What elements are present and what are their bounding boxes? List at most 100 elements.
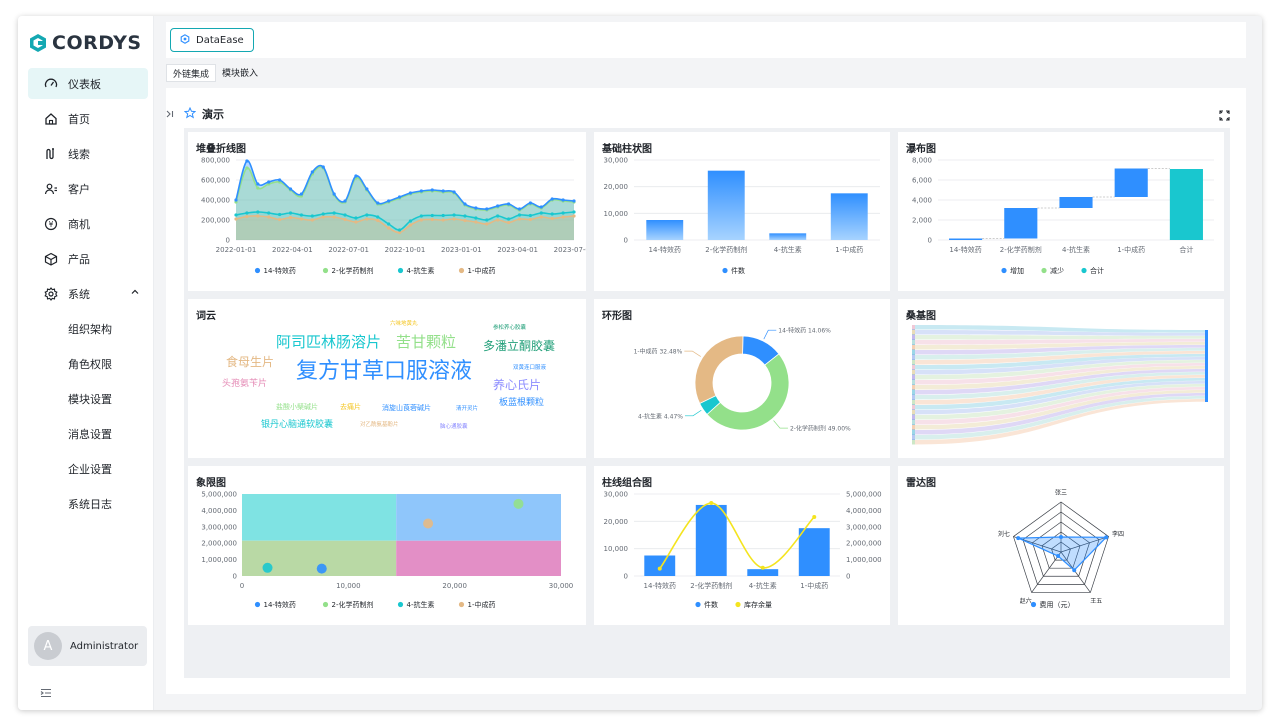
collapse-sidebar-icon[interactable] bbox=[40, 684, 52, 698]
chart-card-stacked-line[interactable]: 堆叠折线图 0 200,000 400,000 600,000 800,000 2022-… bbox=[188, 132, 586, 291]
radar-axis-label: 张三 bbox=[1055, 489, 1067, 497]
series-point bbox=[234, 198, 238, 202]
y-tick-label: 10,000 bbox=[604, 210, 629, 218]
sidebar-item-home[interactable]: 首页 bbox=[28, 103, 148, 134]
chart-card-quadrant[interactable]: 象限图 0 1,000,000 2,000,000 3,000,000 4,000,00… bbox=[188, 466, 586, 625]
legend-label: 增加 bbox=[1010, 266, 1024, 275]
series-point bbox=[299, 217, 304, 221]
series-point bbox=[343, 213, 347, 217]
sidebar-item-customer[interactable]: 客户 bbox=[28, 173, 148, 204]
chevron-up-icon[interactable] bbox=[130, 287, 140, 300]
waterfall-bar bbox=[1059, 197, 1093, 208]
y-tick-label: 3,000,000 bbox=[201, 523, 237, 531]
chart-card-radar[interactable]: 雷达图 张三 李四 王五 赵六 刘七 费用（元） bbox=[898, 466, 1224, 625]
sankey-target-node bbox=[1205, 330, 1208, 402]
sidebar-item-label: 商机 bbox=[68, 217, 90, 231]
x-tick-label: 14-特效药 bbox=[649, 245, 681, 254]
series-point bbox=[474, 216, 478, 220]
legend-label: 1-中成药 bbox=[468, 600, 496, 609]
sidebar-subitem-logs[interactable]: 系统日志 bbox=[28, 488, 148, 519]
series-point bbox=[234, 217, 238, 221]
y-tick-label: 2,000 bbox=[912, 217, 932, 225]
sidebar-item-label: 系统 bbox=[68, 287, 90, 301]
tab-module-embed[interactable]: 模块嵌入 bbox=[216, 64, 264, 82]
wordcloud-word: 六味地黄丸 bbox=[390, 321, 418, 327]
bar bbox=[644, 555, 676, 576]
sidebar-subitem-modules[interactable]: 模块设置 bbox=[28, 383, 148, 414]
chart-card-sankey[interactable]: 桑基图 bbox=[898, 299, 1224, 458]
sidebar-subitem-messages[interactable]: 消息设置 bbox=[28, 418, 148, 449]
dataease-button-label: DataEase bbox=[196, 34, 244, 46]
sidebar-item-clue[interactable]: 线索 bbox=[28, 138, 148, 169]
sidebar-item-system[interactable]: 系统 bbox=[28, 278, 148, 309]
user-card[interactable]: A Administrator bbox=[28, 626, 147, 666]
stacked-line-chart: 0 200,000 400,000 600,000 800,000 2022-01-01 2… bbox=[201, 157, 586, 276]
chart-card-combo[interactable]: 柱线组合图 0 10,000 20,000 30,000 0 1,000,000 2,000… bbox=[594, 466, 890, 625]
series-point bbox=[550, 216, 554, 221]
sidebar-item-opportunity[interactable]: ¥ 商机 bbox=[28, 208, 148, 239]
wordcloud-word: 对乙酰氨基酚片 bbox=[360, 422, 399, 428]
legend-label: 减少 bbox=[1050, 266, 1064, 275]
series-point bbox=[387, 222, 391, 226]
star-icon[interactable] bbox=[183, 106, 197, 122]
legend-label: 2-化学药制剂 bbox=[332, 266, 374, 275]
quadrant-top-right bbox=[396, 494, 561, 541]
series-point bbox=[561, 211, 565, 215]
dataease-button[interactable]: DataEase bbox=[170, 28, 254, 52]
bar bbox=[769, 233, 807, 240]
x-tick-label: 4-抗生素 bbox=[1062, 245, 1090, 254]
legend-label: 4-抗生素 bbox=[407, 600, 435, 609]
radar-axis-label: 王五 bbox=[1090, 598, 1102, 605]
legend-label: 14-特效药 bbox=[264, 266, 296, 275]
sidebar-item-dashboard[interactable]: 仪表板 bbox=[28, 68, 148, 99]
fullscreen-icon[interactable] bbox=[1219, 106, 1230, 121]
series-point bbox=[528, 201, 532, 205]
waterfall-bar bbox=[1004, 208, 1038, 239]
series-point bbox=[441, 189, 445, 193]
chart-card-basic-bar[interactable]: 基础柱状图 0 10,000 20,000 30,000 14-特效药 2-化学药制剂 4-… bbox=[594, 132, 890, 291]
x-tick-label: 合计 bbox=[1179, 245, 1193, 254]
sankey-node-segment bbox=[912, 390, 915, 395]
x-tick-label: 4-抗生素 bbox=[749, 581, 777, 590]
dashboard-icon bbox=[44, 77, 58, 91]
tab-external-link[interactable]: 外链集成 bbox=[166, 64, 217, 82]
legend-marker bbox=[1081, 267, 1087, 274]
expand-tree-icon[interactable] bbox=[166, 110, 174, 121]
series-point bbox=[343, 199, 347, 203]
series-point bbox=[517, 217, 522, 221]
sankey-node-segment bbox=[912, 365, 915, 370]
series-point bbox=[278, 212, 282, 217]
brand-logo[interactable]: CORDYS bbox=[28, 30, 142, 56]
series-point bbox=[234, 213, 238, 217]
legend-marker bbox=[458, 601, 465, 608]
legend-marker bbox=[322, 601, 329, 608]
series-point bbox=[463, 218, 467, 223]
chart-card-donut[interactable]: 环形图 14-特效药 14.06% 2-化学药制剂 49.00% 4-抗生素 4.4… bbox=[594, 299, 890, 458]
sankey-node-segment bbox=[912, 425, 915, 430]
series-point bbox=[321, 215, 325, 219]
y-tick-label: 0 bbox=[233, 573, 237, 581]
quadrant-top-left bbox=[242, 494, 397, 541]
chart-card-waterfall[interactable]: 瀑布图 0 2,000 4,000 6,000 8,000 14-特效药 2-化学药制剂 4-… bbox=[898, 132, 1224, 291]
series-point bbox=[332, 211, 336, 215]
sidebar-subitem-org[interactable]: 组织架构 bbox=[28, 313, 148, 344]
series-point bbox=[354, 174, 358, 178]
series-point bbox=[256, 186, 260, 190]
sidebar-item-product[interactable]: 产品 bbox=[28, 243, 148, 274]
slice-label: 14-特效药 14.06% bbox=[778, 327, 831, 335]
wordcloud-word: 苦甘颗粒 bbox=[396, 333, 457, 351]
sidebar-subitem-roles[interactable]: 角色权限 bbox=[28, 348, 148, 379]
user-name: Administrator bbox=[70, 640, 139, 652]
chart-card-wordcloud[interactable]: 词云 复方甘草口服溶液 阿司匹林肠溶片 苦甘颗粒 多潘立酮胶囊 食母生片 养心氏片 头孢氨苄… bbox=[188, 299, 586, 458]
series-point bbox=[463, 202, 467, 206]
series-point bbox=[343, 217, 347, 222]
series-point bbox=[288, 215, 293, 220]
series-point bbox=[430, 217, 434, 222]
sidebar-subitem-enterprise[interactable]: 企业设置 bbox=[28, 453, 148, 484]
slice-label: 4-抗生素 4.47% bbox=[638, 412, 683, 420]
series-point bbox=[332, 192, 336, 196]
series-point bbox=[539, 211, 543, 215]
product-icon bbox=[44, 252, 58, 266]
radar-axis-label: 赵六 bbox=[1020, 597, 1032, 605]
x-tick-label: 20,000 bbox=[442, 582, 467, 590]
